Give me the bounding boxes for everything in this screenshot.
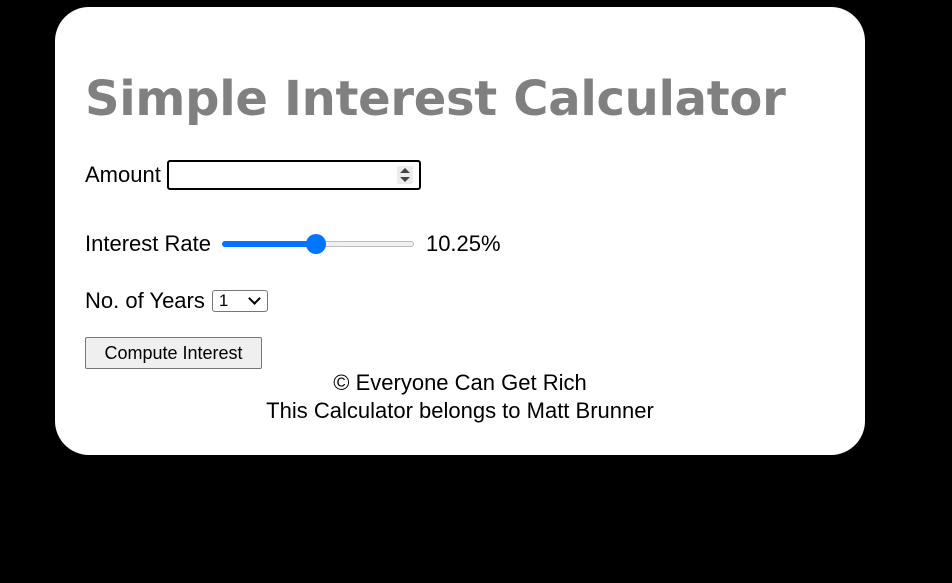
- amount-label: Amount: [85, 162, 161, 187]
- years-label: No. of Years: [85, 288, 205, 313]
- slider-thumb[interactable]: [306, 234, 327, 254]
- interest-rate-value: 10.25%: [425, 231, 501, 256]
- slider-fill: [221, 241, 317, 247]
- compute-interest-button[interactable]: Compute Interest: [85, 337, 262, 369]
- stepper-up-icon[interactable]: [399, 168, 410, 173]
- interest-rate-row: Interest Rate 10.25%: [85, 227, 501, 261]
- footer-owner: This Calculator belongs to Matt Brunner: [266, 398, 654, 423]
- chevron-down-icon: [248, 292, 261, 305]
- page-title: Simple Interest Calculator: [85, 71, 786, 127]
- amount-input[interactable]: [166, 160, 421, 190]
- number-stepper[interactable]: [396, 166, 413, 184]
- interest-rate-label: Interest Rate: [85, 231, 211, 256]
- amount-row: Amount: [85, 158, 421, 192]
- calculator-card: Simple Interest Calculator Amount Intere…: [55, 7, 865, 455]
- years-selected-value: 1: [218, 291, 229, 310]
- years-row: No. of Years 1: [85, 284, 268, 318]
- stepper-down-icon[interactable]: [399, 177, 410, 182]
- footer-copyright: © Everyone Can Get Rich: [333, 370, 587, 395]
- interest-rate-slider[interactable]: [221, 234, 414, 254]
- years-select[interactable]: 1: [211, 290, 268, 312]
